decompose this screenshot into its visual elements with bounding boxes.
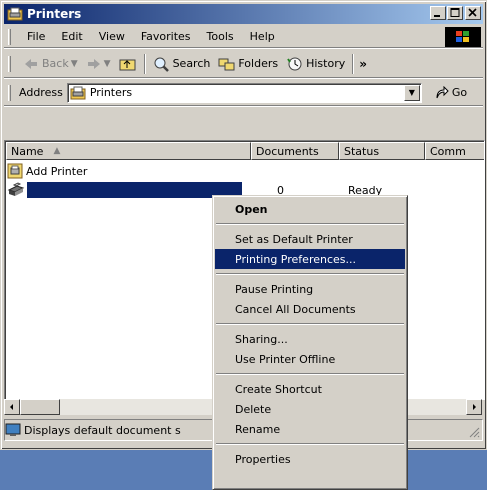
menu-bar: File Edit View Favorites Tools Help <box>4 26 483 48</box>
history-icon <box>287 57 302 70</box>
close-button[interactable] <box>465 6 481 20</box>
title-bar[interactable]: Printers <box>4 4 483 24</box>
forward-button[interactable]: ▼ <box>82 53 115 75</box>
add-printer-icon <box>7 163 23 179</box>
address-label: Address <box>19 86 63 99</box>
ctx-separator <box>216 273 404 275</box>
column-documents-label: Documents <box>256 144 319 158</box>
printer-icon <box>7 182 25 196</box>
list-item-add-printer[interactable]: Add Printer <box>7 162 87 180</box>
back-arrow-icon <box>25 58 37 69</box>
ctx-cancel-all-documents[interactable]: Cancel All Documents <box>215 299 405 319</box>
forward-dropdown-icon[interactable]: ▼ <box>104 59 111 69</box>
column-header-name[interactable]: Name ▲ <box>6 142 251 160</box>
ctx-separator <box>216 373 404 375</box>
history-label: History <box>306 57 346 70</box>
standard-toolbar: Back ▼ ▼ Search Folders History » <box>4 50 483 78</box>
menu-help[interactable]: Help <box>242 28 283 45</box>
history-button[interactable]: History <box>282 53 349 75</box>
column-name-label: Name <box>11 144 44 158</box>
ctx-printing-preferences[interactable]: Printing Preferences... <box>215 249 405 269</box>
scroll-right-button[interactable] <box>466 399 482 415</box>
maximize-button[interactable] <box>447 6 463 20</box>
toolbar-separator-2 <box>352 53 355 74</box>
ctx-separator <box>216 323 404 325</box>
windows-logo <box>445 27 481 47</box>
back-label: Back <box>42 57 69 70</box>
search-label: Search <box>172 57 211 70</box>
folders-label: Folders <box>238 57 279 70</box>
sort-ascending-icon: ▲ <box>53 146 61 156</box>
ctx-pause-printing[interactable]: Pause Printing <box>215 279 405 299</box>
printers-folder-icon <box>70 86 86 99</box>
ctx-open[interactable]: Open <box>215 199 405 219</box>
add-printer-label: Add Printer <box>26 164 88 178</box>
column-comment-label: Comm <box>430 144 466 158</box>
up-folder-icon <box>119 59 136 70</box>
minimize-button[interactable] <box>430 6 446 20</box>
ctx-properties[interactable]: Properties <box>215 449 405 469</box>
up-folder-button[interactable] <box>115 53 141 75</box>
ctx-sharing[interactable]: Sharing... <box>215 329 405 349</box>
menu-favorites[interactable]: Favorites <box>133 28 199 45</box>
search-icon <box>154 57 169 72</box>
ctx-set-default-printer[interactable]: Set as Default Printer <box>215 229 405 249</box>
monitor-icon <box>5 423 21 436</box>
minimize-icon <box>434 15 440 17</box>
forward-arrow-icon <box>87 58 100 69</box>
address-field[interactable]: Printers ▼ <box>66 82 422 103</box>
menu-edit[interactable]: Edit <box>53 28 90 45</box>
column-status-label: Status <box>344 144 380 158</box>
ctx-use-printer-offline[interactable]: Use Printer Offline <box>215 349 405 369</box>
menu-tools[interactable]: Tools <box>199 28 242 45</box>
ctx-rename[interactable]: Rename <box>215 419 405 439</box>
scroll-thumb[interactable] <box>20 399 60 415</box>
folders-button[interactable]: Folders <box>214 53 282 75</box>
search-button[interactable]: Search <box>149 53 215 75</box>
resize-grip-icon[interactable] <box>468 426 480 438</box>
status-text: Displays default document s <box>24 423 181 437</box>
maximize-icon <box>450 8 460 17</box>
windows-flag-icon <box>456 31 469 42</box>
column-headers: Name ▲ Documents Status Comm <box>6 142 484 160</box>
scroll-left-icon <box>10 404 13 410</box>
window-title: Printers <box>27 7 82 21</box>
column-header-comment[interactable]: Comm <box>425 142 484 160</box>
printers-folder-icon <box>7 7 23 21</box>
selected-printer-name[interactable] <box>27 182 242 198</box>
back-dropdown-icon[interactable]: ▼ <box>71 59 78 69</box>
go-label: Go <box>451 86 468 99</box>
toolbar-separator <box>143 53 146 74</box>
menubar-grip[interactable] <box>8 28 11 45</box>
address-value: Printers <box>89 86 133 99</box>
menu-file[interactable]: File <box>19 28 53 45</box>
back-button[interactable]: Back ▼ <box>19 53 82 75</box>
scroll-left-button[interactable] <box>4 399 20 415</box>
ctx-separator <box>216 223 404 225</box>
addressbar-grip[interactable] <box>8 84 11 101</box>
folders-icon <box>218 58 235 70</box>
address-dropdown-button[interactable]: ▼ <box>403 84 420 101</box>
ctx-create-shortcut[interactable]: Create Shortcut <box>215 379 405 399</box>
scroll-right-icon <box>473 404 476 410</box>
menu-view[interactable]: View <box>91 28 133 45</box>
address-bar: Address Printers ▼ Go <box>4 80 483 106</box>
ctx-separator <box>216 443 404 445</box>
close-icon <box>468 8 477 17</box>
toolbar-grip[interactable] <box>8 55 11 72</box>
go-arrow-icon <box>436 85 449 98</box>
ctx-delete[interactable]: Delete <box>215 399 405 419</box>
toolbar-overflow-chevron[interactable]: » <box>359 57 367 71</box>
go-button[interactable]: Go <box>434 85 468 100</box>
context-menu: Open Set as Default Printer Printing Pre… <box>212 195 408 490</box>
column-header-documents[interactable]: Documents <box>251 142 339 160</box>
column-header-status[interactable]: Status <box>339 142 425 160</box>
